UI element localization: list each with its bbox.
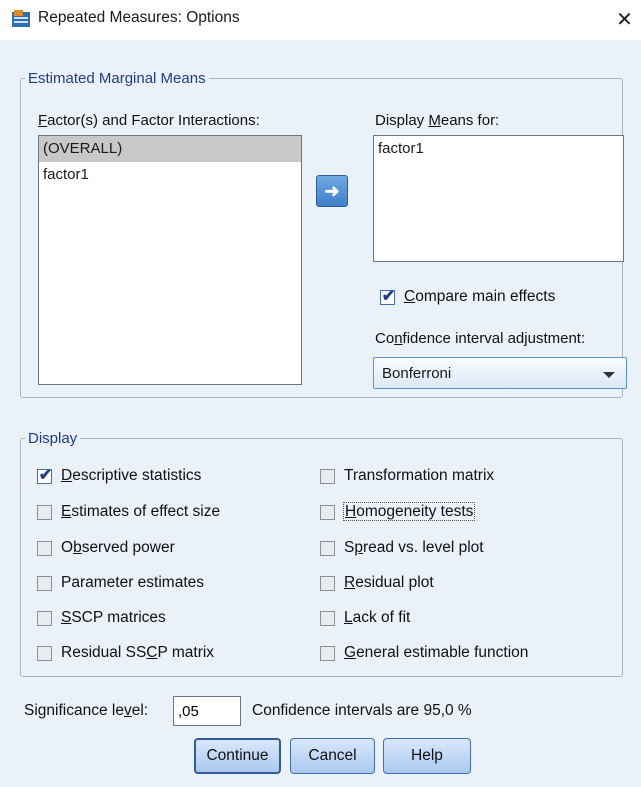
- residual-plot-checkbox[interactable]: [320, 576, 335, 591]
- homogeneity-tests-label: Homogeneity tests: [343, 502, 476, 521]
- residual-plot-label: Residual plot: [344, 574, 434, 591]
- cancel-button[interactable]: Cancel: [290, 738, 375, 774]
- general-estimable-function-label: General estimable function: [344, 644, 529, 661]
- observed-power-label: Observed power: [61, 539, 175, 556]
- factors-label: Factor(s) and Factor Interactions:: [38, 112, 260, 129]
- continue-button[interactable]: Continue: [194, 738, 281, 774]
- transformation-matrix-checkbox[interactable]: [320, 469, 335, 484]
- homogeneity-tests-checkbox[interactable]: [320, 505, 335, 520]
- display-legend: Display: [28, 430, 78, 447]
- arrow-right-icon: ➜: [324, 180, 340, 201]
- list-item-factor1[interactable]: factor1: [374, 136, 623, 162]
- parameter-estimates-label: Parameter estimates: [61, 574, 204, 591]
- residual-sscp-matrix-label: Residual SSCP matrix: [61, 644, 215, 661]
- help-button[interactable]: Help: [383, 738, 471, 774]
- factors-listbox[interactable]: (OVERALL) factor1: [38, 135, 302, 385]
- confidence-intervals-text: Confidence intervals are 95,0 %: [252, 702, 472, 719]
- list-item-factor1[interactable]: factor1: [39, 162, 301, 188]
- compare-main-effects-checkbox[interactable]: ✔: [380, 288, 395, 305]
- spread-vs-level-plot-checkbox[interactable]: [320, 541, 335, 556]
- lack-of-fit-label: Lack of fit: [344, 609, 411, 626]
- title-bar: Repeated Measures: Options ✕: [0, 0, 641, 40]
- effect-size-checkbox[interactable]: [37, 505, 52, 520]
- descriptive-statistics-checkbox[interactable]: ✔: [37, 467, 52, 484]
- spread-vs-level-plot-label: Spread vs. level plot: [344, 539, 484, 556]
- check-icon: ✔: [38, 467, 53, 484]
- cancel-button-label: Cancel: [308, 747, 357, 764]
- check-icon: ✔: [381, 288, 396, 305]
- help-button-label: Help: [411, 747, 443, 764]
- descriptive-statistics-label: Descriptive statistics: [61, 467, 202, 484]
- observed-power-checkbox[interactable]: [37, 541, 52, 556]
- compare-main-effects-label: Compare main effects: [404, 288, 556, 305]
- parameter-estimates-checkbox[interactable]: [37, 576, 52, 591]
- general-estimable-function-checkbox[interactable]: [320, 646, 335, 661]
- significance-level-input[interactable]: [173, 696, 241, 726]
- display-means-listbox[interactable]: factor1: [373, 135, 624, 262]
- list-item-overall[interactable]: (OVERALL): [39, 136, 301, 162]
- chevron-down-icon: [603, 372, 615, 378]
- sscp-matrices-checkbox[interactable]: [37, 611, 52, 626]
- ci-adjustment-value: Bonferroni: [382, 365, 452, 382]
- spss-dialog-icon: [12, 10, 30, 27]
- significance-level-label: Significance level:: [24, 702, 149, 719]
- move-right-arrow-button[interactable]: ➜: [316, 175, 348, 207]
- continue-button-label: Continue: [206, 747, 269, 764]
- ci-adjustment-label: Confidence interval adjustment:: [375, 330, 586, 347]
- effect-size-label: Estimates of effect size: [61, 503, 221, 520]
- close-icon[interactable]: ✕: [608, 4, 641, 36]
- display-means-label: Display Means for:: [375, 112, 500, 129]
- sscp-matrices-label: SSCP matrices: [61, 609, 166, 626]
- transformation-matrix-label: Transformation matrix: [344, 467, 495, 484]
- emm-legend: Estimated Marginal Means: [28, 70, 206, 87]
- residual-sscp-matrix-checkbox[interactable]: [37, 646, 52, 661]
- window-title: Repeated Measures: Options: [38, 9, 240, 26]
- ci-adjustment-select[interactable]: Bonferroni: [373, 357, 627, 389]
- lack-of-fit-checkbox[interactable]: [320, 611, 335, 626]
